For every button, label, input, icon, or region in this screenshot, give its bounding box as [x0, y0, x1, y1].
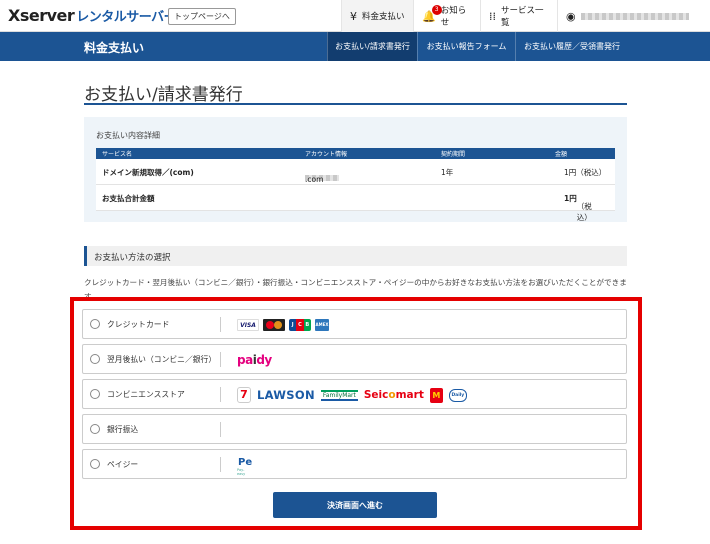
method-label: クレジットカード: [107, 320, 170, 329]
notification-badge: 3: [431, 4, 442, 15]
col-amount: 金額: [555, 151, 568, 158]
nav-payment[interactable]: ¥ 料金支払い: [341, 0, 413, 32]
nav-payment-label: 料金支払い: [362, 12, 405, 22]
top-bar: Xserver レンタルサーバー トップページへ ¥ 料金支払い 🔔 3 お知らせ …: [0, 0, 710, 32]
table-row: ドメイン新規取得／(com) .com 1年 1円（税込）: [96, 159, 615, 185]
tab-payment-invoice[interactable]: お支払い/請求書発行: [327, 32, 417, 61]
summary-table-header: サービス名 アカウント情報 契約期間 金額: [96, 148, 615, 159]
total-amount-wrap: 1円 （税込）: [564, 193, 592, 222]
radio-payeasy[interactable]: [90, 459, 100, 469]
row-account-domain: .com: [305, 175, 324, 184]
page-title: お支払い/請求書発行: [84, 85, 243, 105]
account-name-blurred: [580, 12, 689, 20]
seicomart-icon: Seicomart: [363, 389, 424, 401]
section-description: クレジットカード・翌月後払い（コンビニ／銀行）・銀行振込・コンビニエンスストア・…: [84, 278, 627, 297]
divider: [220, 457, 221, 472]
radio-bank-transfer[interactable]: [90, 424, 100, 434]
card-logos: VISA JCB AMEX: [237, 316, 329, 334]
jcb-icon: JCB: [289, 319, 311, 331]
page-header: 料金支払い お支払い/請求書発行 お支払い報告フォーム お支払い履歴／受領書発行: [0, 32, 710, 61]
lawson-icon: LAWSON: [257, 388, 315, 402]
row-amount: 1円（税込）: [564, 168, 607, 177]
divider: [220, 422, 221, 437]
method-deferred[interactable]: 翌月後払い（コンビニ／銀行） paidy: [82, 344, 627, 374]
total-amount: 1円: [564, 194, 577, 203]
radio-convenience-store[interactable]: [90, 389, 100, 399]
method-label: 翌月後払い（コンビニ／銀行）: [107, 355, 217, 364]
mastercard-icon: [263, 319, 285, 331]
nav-notifications[interactable]: 🔔 3 お知らせ: [413, 0, 480, 32]
visa-icon: VISA: [237, 319, 259, 331]
tab-payment-history[interactable]: お支払い履歴／受領書発行: [515, 32, 628, 61]
row-period: 1年: [441, 168, 454, 177]
paidy-icon: paidy: [237, 353, 272, 367]
nav-notifications-label: お知らせ: [440, 6, 467, 28]
header-title: 料金支払い: [84, 41, 145, 55]
method-label: コンビニエンスストア: [107, 390, 185, 399]
method-convenience-store[interactable]: コンビニエンスストア 7 LAWSON FamilyMart Seicomart…: [82, 379, 627, 409]
divider: [220, 317, 221, 332]
total-row: お支払合計金額 1円 （税込）: [96, 185, 615, 222]
payeasy-logo: Pe Pay-easy: [237, 456, 253, 476]
title-underline: [84, 103, 627, 105]
user-icon: ◉: [566, 9, 576, 23]
total-tax: （税込）: [576, 202, 592, 222]
col-service: サービス名: [102, 151, 133, 158]
nav-service-list-label: サービス一覧: [501, 6, 544, 28]
proceed-to-payment-button[interactable]: 決済画面へ進む: [273, 492, 437, 518]
radio-credit-card[interactable]: [90, 319, 100, 329]
method-bank-transfer[interactable]: 銀行振込: [82, 414, 627, 444]
row-service: ドメイン新規取得／(com): [102, 168, 194, 177]
xserver-logo[interactable]: Xserver レンタルサーバー: [8, 6, 177, 25]
payeasy-icon: Pe Pay-easy: [237, 457, 253, 476]
divider: [220, 352, 221, 367]
radio-deferred[interactable]: [90, 354, 100, 364]
daily-yamazaki-icon: Daily: [448, 388, 467, 402]
familymart-icon: FamilyMart: [320, 389, 358, 401]
ministop-icon: M: [429, 387, 443, 403]
logo-main: Xserver: [8, 6, 75, 25]
nav-service-list[interactable]: ⁞⁞ サービス一覧: [480, 0, 557, 32]
total-label: お支払合計金額: [102, 194, 155, 203]
logo-sub: レンタルサーバー: [76, 10, 177, 25]
bell-icon: 🔔 3: [422, 4, 442, 23]
method-label: ペイジー: [107, 460, 139, 469]
section-title: お支払い方法の選択: [94, 253, 171, 263]
account-menu[interactable]: ◉: [557, 0, 710, 32]
payment-summary: お支払い内容詳細 サービス名 アカウント情報 契約期間 金額 ドメイン新規取得／…: [84, 117, 627, 222]
col-account: アカウント情報: [305, 151, 348, 158]
store-logos: 7 LAWSON FamilyMart Seicomart M Daily: [237, 386, 467, 404]
method-payeasy[interactable]: ペイジー Pe Pay-easy: [82, 449, 627, 479]
method-credit-card[interactable]: クレジットカード VISA JCB AMEX: [82, 309, 627, 339]
summary-label: お支払い内容詳細: [96, 131, 160, 140]
payment-method-section-head: お支払い方法の選択: [84, 246, 627, 266]
col-period: 契約期間: [441, 151, 466, 158]
paidy-logo: paidy: [237, 351, 272, 369]
seven-eleven-icon: 7: [237, 387, 251, 403]
divider: [220, 387, 221, 402]
grid-icon: ⁞⁞: [489, 9, 496, 23]
amex-icon: AMEX: [315, 319, 329, 331]
tab-payment-report[interactable]: お支払い報告フォーム: [417, 32, 515, 61]
yen-icon: ¥: [350, 9, 357, 23]
top-page-button[interactable]: トップページへ: [168, 8, 236, 25]
method-label: 銀行振込: [107, 425, 139, 434]
